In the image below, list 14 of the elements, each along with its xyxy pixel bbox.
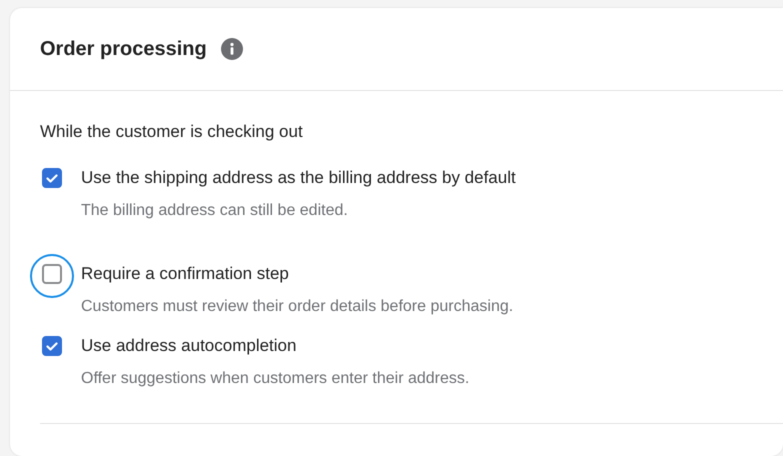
option-description: Offer suggestions when customers enter their address. xyxy=(81,369,470,389)
info-icon[interactable] xyxy=(220,38,243,60)
option-label[interactable]: Require a confirmation step xyxy=(81,262,514,286)
checkbox[interactable] xyxy=(42,336,62,356)
check-icon xyxy=(46,174,58,182)
checkbox[interactable] xyxy=(42,264,62,284)
option-label[interactable]: Use address autocompletion xyxy=(81,334,470,358)
section-heading: While the customer is checking out xyxy=(40,121,304,143)
check-icon xyxy=(46,342,58,350)
checkbox[interactable] xyxy=(42,168,62,188)
card-title: Order processing xyxy=(40,38,207,60)
option-description: The billing address can still be edited. xyxy=(81,201,349,221)
option-description: Customers must review their order details before purchasing. xyxy=(81,297,514,317)
option-label[interactable]: Use the shipping address as the billing address by default xyxy=(81,166,516,190)
